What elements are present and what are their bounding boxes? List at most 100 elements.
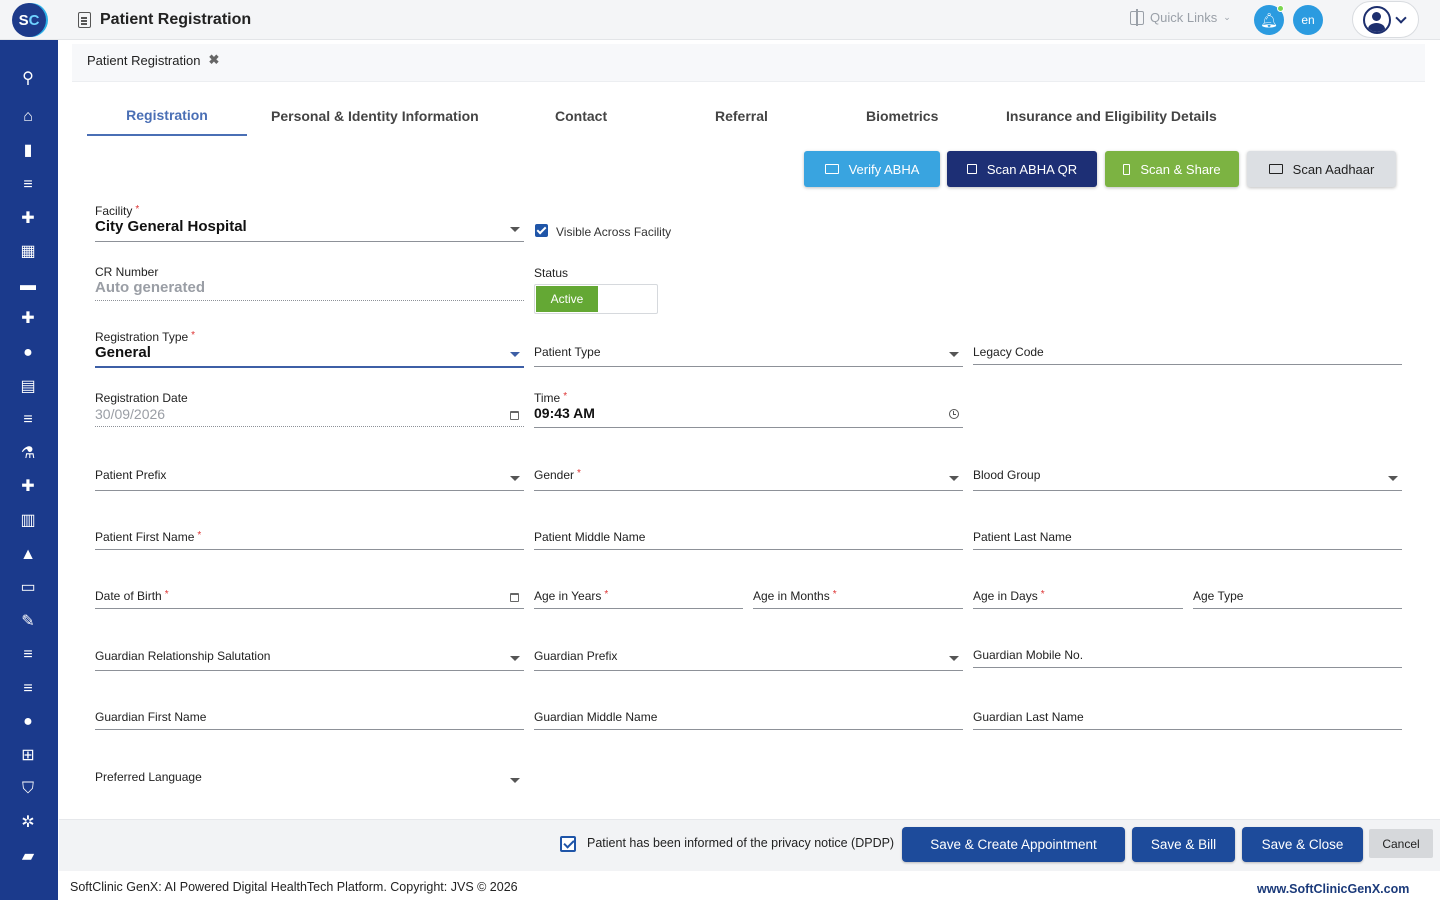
tab-contact[interactable]: Contact bbox=[555, 96, 607, 136]
age-type-input[interactable]: Age Type bbox=[1193, 589, 1402, 611]
guardian-mobile-underline bbox=[973, 667, 1402, 668]
blood-group-select[interactable]: Blood Group bbox=[973, 468, 1402, 492]
status-toggle[interactable]: Active bbox=[534, 284, 658, 314]
app-logo[interactable]: SC bbox=[12, 3, 46, 37]
person-icon[interactable]: ● bbox=[19, 344, 37, 362]
registration-date-underline bbox=[95, 426, 524, 427]
patient-first-name-label: Patient First Name * bbox=[95, 530, 202, 544]
tab-insurance-eligibility[interactable]: Insurance and Eligibility Details bbox=[1006, 96, 1217, 136]
guardian-last-name-label: Guardian Last Name bbox=[973, 710, 1084, 724]
legacy-code-input[interactable]: Legacy Code bbox=[973, 345, 1402, 367]
guardian-last-name-underline bbox=[973, 729, 1402, 730]
language-button[interactable]: en bbox=[1293, 5, 1323, 35]
caret-down-icon bbox=[949, 352, 959, 357]
tab-biometrics[interactable]: Biometrics bbox=[866, 96, 938, 136]
quick-links-menu[interactable]: Quick Links ⌄ bbox=[1130, 8, 1231, 26]
registration-date-field[interactable]: Registration Date 30/09/2026 bbox=[95, 391, 524, 429]
dpdp-consent-checkbox[interactable] bbox=[560, 836, 576, 852]
clock-icon[interactable] bbox=[949, 409, 959, 419]
devices-icon[interactable]: ▭ bbox=[19, 579, 37, 597]
home-icon[interactable]: ⌂ bbox=[19, 108, 37, 126]
guardian-first-name-input[interactable]: Guardian First Name bbox=[95, 710, 524, 732]
search-icon[interactable]: ⚲ bbox=[19, 70, 37, 88]
guardian-prefix-select[interactable]: Guardian Prefix bbox=[534, 649, 963, 673]
facility-select[interactable]: Facility * City General Hospital bbox=[95, 204, 524, 242]
top-bar: SC Patient Registration Quick Links ⌄ 🔔︎… bbox=[0, 0, 1440, 40]
age-days-input[interactable]: Age in Days * bbox=[973, 589, 1183, 611]
patient-first-name-input[interactable]: Patient First Name * bbox=[95, 530, 524, 552]
calendar-icon[interactable] bbox=[510, 593, 519, 602]
blood-drop-icon[interactable]: ● bbox=[19, 713, 37, 731]
menu-icon-2[interactable]: ≡ bbox=[19, 646, 37, 664]
add-box-icon[interactable]: ⊞ bbox=[19, 747, 37, 765]
folder-icon[interactable]: ▰ bbox=[19, 848, 37, 866]
guardian-middle-name-underline bbox=[534, 729, 963, 730]
scan-share-button[interactable]: Scan & Share bbox=[1105, 151, 1239, 187]
patient-type-select[interactable]: Patient Type bbox=[534, 345, 963, 369]
date-of-birth-input[interactable]: Date of Birth * bbox=[95, 589, 524, 611]
wrench-icon[interactable]: ✎ bbox=[19, 613, 37, 631]
website-link[interactable]: www.SoftClinicGenX.com bbox=[1257, 882, 1409, 896]
pharmacy-icon[interactable]: ✚ bbox=[19, 478, 37, 496]
save-create-appointment-button[interactable]: Save & Create Appointment bbox=[902, 827, 1125, 862]
guardian-prefix-label: Guardian Prefix bbox=[534, 649, 618, 663]
menu-icon-3[interactable]: ≡ bbox=[19, 680, 37, 698]
caret-down-icon: ⌄ bbox=[1223, 12, 1231, 22]
book-icon[interactable]: ▥ bbox=[19, 512, 37, 530]
save-close-button[interactable]: Save & Close bbox=[1242, 827, 1363, 862]
tab-registration[interactable]: Registration bbox=[87, 96, 247, 136]
guardian-middle-name-input[interactable]: Guardian Middle Name bbox=[534, 710, 963, 732]
status-active-option[interactable]: Active bbox=[536, 286, 598, 312]
patient-prefix-select[interactable]: Patient Prefix bbox=[95, 468, 524, 492]
cancel-button[interactable]: Cancel bbox=[1369, 829, 1433, 858]
scan-aadhaar-label: Scan Aadhaar bbox=[1292, 161, 1375, 177]
logo-letter-c: C bbox=[28, 11, 40, 29]
guardian-first-name-label: Guardian First Name bbox=[95, 710, 207, 724]
building-icon[interactable]: ▲ bbox=[19, 546, 37, 564]
age-years-input[interactable]: Age in Years * bbox=[534, 589, 743, 611]
bar-chart-icon[interactable]: ▮ bbox=[19, 142, 37, 160]
close-icon[interactable]: ✖ bbox=[208, 52, 219, 68]
scan-aadhaar-button[interactable]: Scan Aadhaar bbox=[1247, 151, 1396, 187]
user-menu-button[interactable] bbox=[1352, 1, 1419, 38]
time-value: 09:43 AM bbox=[534, 405, 595, 421]
patient-middle-name-input[interactable]: Patient Middle Name bbox=[534, 530, 963, 552]
gift-icon bbox=[1130, 8, 1144, 26]
guardian-middle-name-label: Guardian Middle Name bbox=[534, 710, 658, 724]
patient-last-name-input[interactable]: Patient Last Name bbox=[973, 530, 1402, 552]
save-bill-button[interactable]: Save & Bill bbox=[1132, 827, 1235, 862]
list-icon[interactable]: ≡ bbox=[19, 411, 37, 429]
age-months-input[interactable]: Age in Months * bbox=[753, 589, 963, 611]
tab-referral[interactable]: Referral bbox=[715, 96, 768, 136]
open-tab-patient-registration[interactable]: Patient Registration ✖ bbox=[87, 52, 219, 68]
verify-abha-button[interactable]: Verify ABHA bbox=[804, 151, 940, 187]
lab-icon[interactable]: ⚗ bbox=[19, 445, 37, 463]
preferred-language-select[interactable]: Preferred Language bbox=[95, 770, 524, 792]
registration-type-value: General bbox=[95, 344, 151, 361]
gender-select[interactable]: Gender * bbox=[534, 468, 963, 492]
guardian-mobile-input[interactable]: Guardian Mobile No. bbox=[973, 648, 1402, 670]
open-tabs-bar: Patient Registration ✖ bbox=[72, 44, 1425, 82]
network-icon[interactable]: ✲ bbox=[19, 814, 37, 832]
hospital-plus-icon[interactable]: ✚ bbox=[19, 310, 37, 328]
clipboard-icon bbox=[78, 12, 91, 28]
document-icon[interactable]: ▤ bbox=[19, 378, 37, 396]
medical-bag-icon[interactable]: ✚ bbox=[19, 210, 37, 228]
guardian-salutation-select[interactable]: Guardian Relationship Salutation bbox=[95, 649, 524, 673]
id-card-icon bbox=[1268, 164, 1283, 174]
calendar-icon[interactable]: ▦ bbox=[19, 243, 37, 261]
registration-type-underline bbox=[95, 366, 524, 368]
time-field[interactable]: Time * 09:43 AM bbox=[534, 391, 963, 429]
guardian-last-name-input[interactable]: Guardian Last Name bbox=[973, 710, 1402, 732]
tab-personal-identity[interactable]: Personal & Identity Information bbox=[271, 96, 479, 136]
calendar-icon[interactable] bbox=[510, 411, 519, 420]
patient-middle-name-underline bbox=[534, 549, 963, 550]
registration-type-select[interactable]: Registration Type * General bbox=[95, 330, 524, 370]
shield-icon[interactable]: ⛉ bbox=[19, 780, 37, 798]
patient-type-underline bbox=[534, 366, 963, 367]
quick-links-label: Quick Links bbox=[1150, 10, 1218, 25]
bed-icon[interactable]: ▬ bbox=[19, 277, 37, 295]
menu-icon[interactable]: ≡ bbox=[19, 176, 37, 194]
visible-across-facility-checkbox[interactable] bbox=[535, 224, 548, 237]
scan-abha-qr-button[interactable]: Scan ABHA QR bbox=[947, 151, 1097, 187]
